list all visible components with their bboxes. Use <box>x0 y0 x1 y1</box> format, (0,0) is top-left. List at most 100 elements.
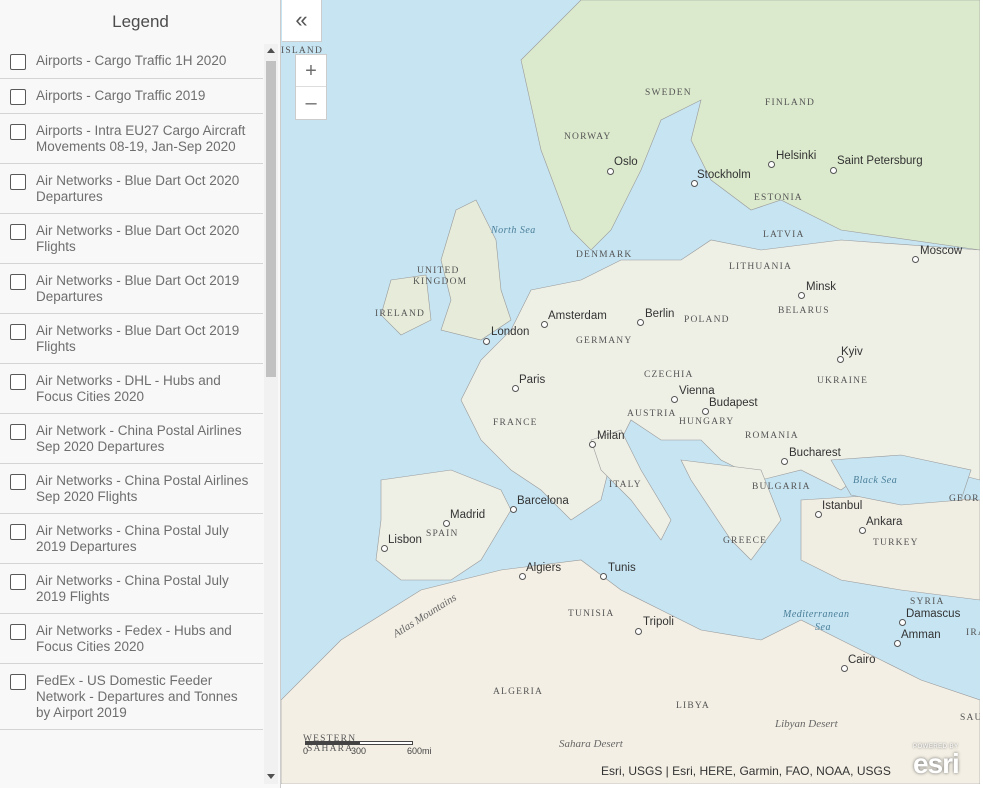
layer-label: Air Networks - Blue Dart Oct 2019 Depart… <box>36 273 240 304</box>
city-marker-damascus <box>899 619 906 626</box>
country-label: LIBYA <box>676 701 710 711</box>
layer-visibility-checkbox[interactable] <box>10 524 26 540</box>
city-label: Amsterdam <box>548 310 607 322</box>
city-marker-paris <box>512 385 519 392</box>
country-label: SPAIN <box>426 529 459 539</box>
city-label: Tripoli <box>643 616 674 628</box>
country-label: ALGERIA <box>493 687 544 697</box>
legend-layer-item[interactable]: Airports - Cargo Traffic 2019 <box>0 79 263 114</box>
collapse-panel-button[interactable]: « <box>282 0 322 42</box>
city-marker-tripoli <box>635 628 642 635</box>
city-marker-amsterdam <box>541 321 548 328</box>
legend-layer-item[interactable]: Airports - Cargo Traffic 1H 2020 <box>0 44 263 79</box>
city-label: London <box>491 326 530 338</box>
country-label: BELARUS <box>778 306 830 316</box>
country-label: HUNGARY <box>679 417 735 427</box>
city-label: Oslo <box>614 156 638 168</box>
legend-layer-item[interactable]: Air Networks - Blue Dart Oct 2020 Flight… <box>0 214 263 264</box>
legend-layer-item[interactable]: Airports - Intra EU27 Cargo Aircraft Mov… <box>0 114 263 164</box>
city-label: Cairo <box>848 654 876 666</box>
layer-visibility-checkbox[interactable] <box>10 124 26 140</box>
country-label: GEORG <box>949 494 980 504</box>
layer-visibility-checkbox[interactable] <box>10 54 26 70</box>
legend-layer-item[interactable]: Air Networks - China Postal July 2019 Fl… <box>0 564 263 614</box>
layer-label: Airports - Cargo Traffic 1H 2020 <box>36 53 227 68</box>
city-label: Lisbon <box>388 534 422 546</box>
legend-layer-item[interactable]: Air Networks - Blue Dart Oct 2019 Depart… <box>0 264 263 314</box>
country-label: LITHUANIA <box>729 262 793 272</box>
city-label: Helsinki <box>776 150 817 162</box>
legend-layer-item[interactable]: Air Networks - Blue Dart Oct 2019 Flight… <box>0 314 263 364</box>
city-marker-barcelona <box>510 506 517 513</box>
country-label: NORWAY <box>564 132 612 142</box>
layer-visibility-checkbox[interactable] <box>10 224 26 240</box>
map-attribution[interactable]: Esri, USGS | Esri, HERE, Garmin, FAO, NO… <box>601 764 891 778</box>
layer-visibility-checkbox[interactable] <box>10 424 26 440</box>
city-label: Budapest <box>709 397 758 409</box>
city-label: Stockholm <box>697 169 751 181</box>
city-marker-amman <box>894 640 901 647</box>
legend-layer-item[interactable]: Air Networks - China Postal July 2019 De… <box>0 514 263 564</box>
layer-visibility-checkbox[interactable] <box>10 474 26 490</box>
country-label: DENMARK <box>576 250 633 260</box>
city-marker-vienna <box>671 396 678 403</box>
layer-label: Air Networks - China Postal July 2019 Fl… <box>36 573 229 604</box>
country-label: SWEDEN <box>645 88 692 98</box>
scroll-thumb[interactable] <box>266 61 276 377</box>
city-label: Madrid <box>450 509 486 521</box>
country-label: FRANCE <box>493 418 538 428</box>
legend-layer-item[interactable]: Air Network - China Postal Airlines Sep … <box>0 414 263 464</box>
legend-panel: Legend Airports - Cargo Traffic 1H 2020 A… <box>0 0 281 788</box>
legend-layer-item[interactable]: Air Networks - China Postal Airlines Sep… <box>0 464 263 514</box>
city-marker-tunis <box>600 573 607 580</box>
layer-visibility-checkbox[interactable] <box>10 574 26 590</box>
layer-visibility-checkbox[interactable] <box>10 89 26 105</box>
country-label: UKRAINE <box>817 376 869 386</box>
country-label: KINGDOM <box>413 277 468 287</box>
city-marker-bucharest <box>781 458 788 465</box>
legend-layer-item[interactable]: FedEx - US Domestic Feeder Network - Dep… <box>0 664 263 730</box>
legend-layer-item[interactable]: Air Networks - DHL - Hubs and Focus Citi… <box>0 364 263 414</box>
layer-label: Air Networks - China Postal July 2019 De… <box>36 523 229 554</box>
country-label: GREECE <box>723 536 768 546</box>
legend-layer-item[interactable]: Air Networks - Blue Dart Oct 2020 Depart… <box>0 164 263 214</box>
country-label: IRELAND <box>375 309 426 319</box>
layer-label: Air Networks - Blue Dart Oct 2020 Depart… <box>36 173 240 204</box>
layer-label: Air Networks - Blue Dart Oct 2020 Flight… <box>36 223 240 254</box>
sea-label: North Sea <box>491 225 536 236</box>
city-marker-moscow <box>912 256 919 263</box>
country-label: FINLAND <box>765 98 816 108</box>
city-label: Berlin <box>645 308 675 320</box>
city-label: Istanbul <box>822 500 863 512</box>
zoom-out-button[interactable]: – <box>296 87 326 119</box>
layer-visibility-checkbox[interactable] <box>10 624 26 640</box>
double-chevron-left-icon: « <box>295 7 308 32</box>
logo-name: esri <box>913 748 960 779</box>
layer-label: Airports - Cargo Traffic 2019 <box>36 88 206 103</box>
city-label: Vienna <box>679 385 715 397</box>
legend-list: Airports - Cargo Traffic 1H 2020 Airports… <box>0 44 263 788</box>
legend-scrollbar[interactable] <box>264 44 278 784</box>
city-marker-berlin <box>637 319 644 326</box>
zoom-control: + – <box>295 54 327 120</box>
city-marker-cairo <box>841 665 848 672</box>
layer-visibility-checkbox[interactable] <box>10 674 26 690</box>
country-label: SYRIA <box>910 597 945 607</box>
city-marker-istanbul <box>815 511 822 518</box>
map-view[interactable]: Oslo Stockholm Helsinki Saint Petersburg… <box>281 0 980 784</box>
scroll-down-arrow-icon[interactable] <box>267 774 275 779</box>
city-label: Damascus <box>906 608 961 620</box>
country-label: POLAND <box>684 315 730 325</box>
scale-bar: 0 300 600mi <box>303 738 433 758</box>
scroll-up-arrow-icon[interactable] <box>267 48 275 53</box>
esri-logo[interactable]: POWERED BY esri <box>913 744 975 780</box>
legend-layer-item[interactable]: Air Networks - Fedex - Hubs and Focus Ci… <box>0 614 263 664</box>
layer-visibility-checkbox[interactable] <box>10 174 26 190</box>
layer-visibility-checkbox[interactable] <box>10 274 26 290</box>
zoom-in-button[interactable]: + <box>296 55 326 87</box>
country-label: GERMANY <box>576 336 633 346</box>
layer-label: Air Network - China Postal Airlines Sep … <box>36 423 242 454</box>
layer-visibility-checkbox[interactable] <box>10 374 26 390</box>
city-label: Barcelona <box>517 495 569 507</box>
layer-visibility-checkbox[interactable] <box>10 324 26 340</box>
